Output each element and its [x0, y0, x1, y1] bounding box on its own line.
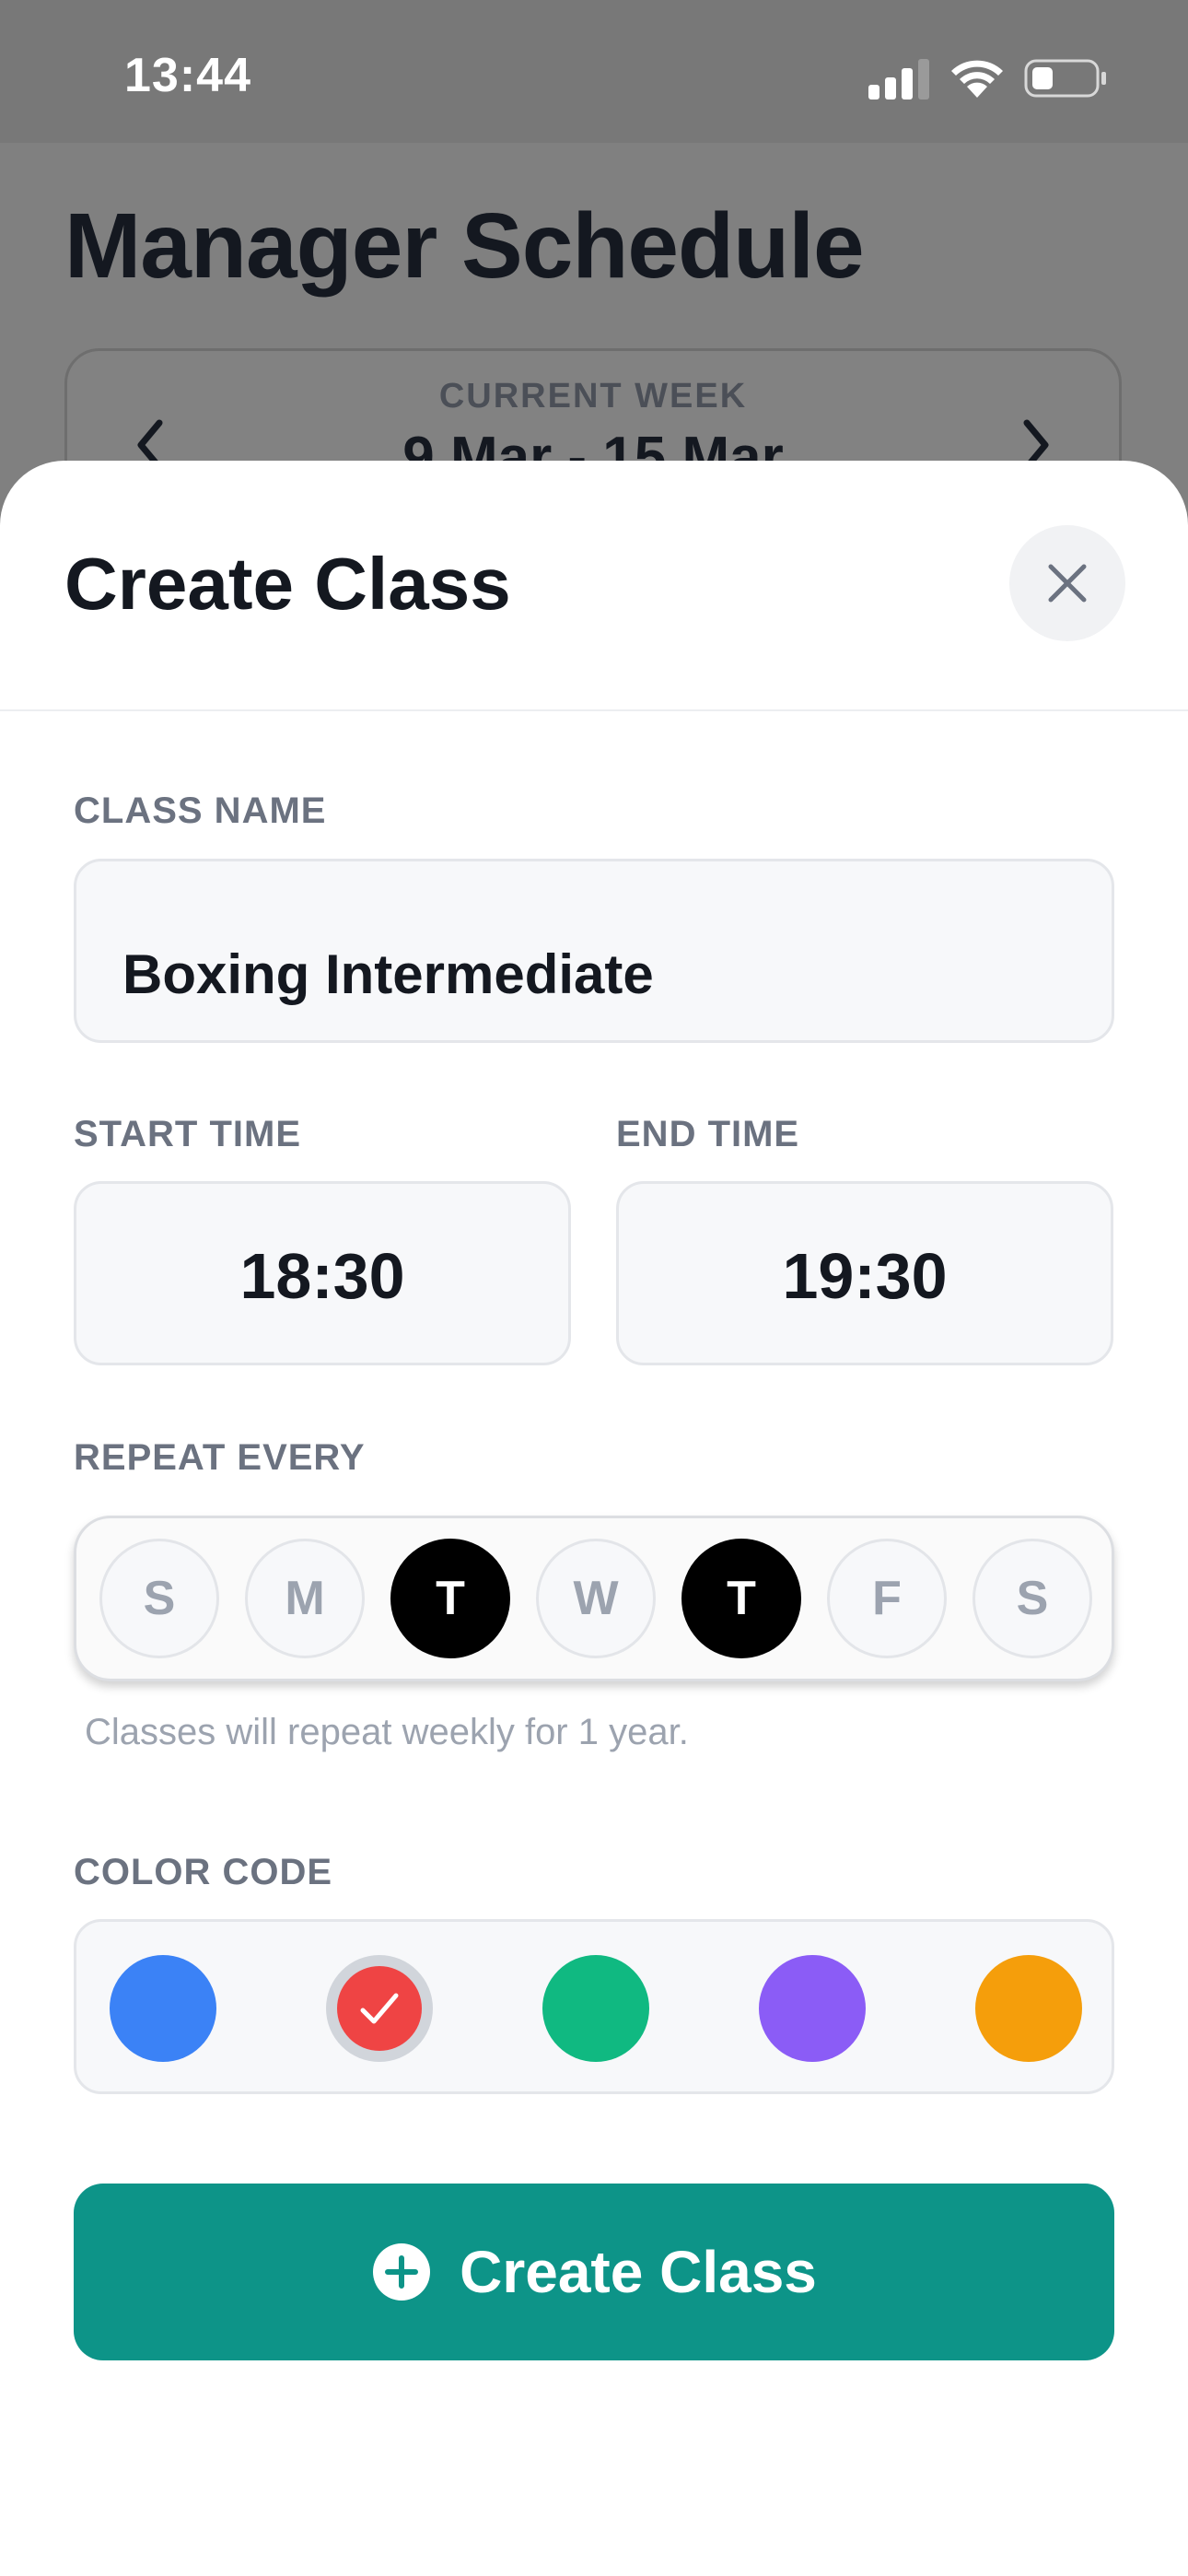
end-time-label: END TIME [616, 1114, 800, 1154]
close-icon [1048, 564, 1087, 603]
class-name-value: Boxing Intermediate [122, 943, 654, 1005]
end-time-field[interactable]: 19:30 [616, 1181, 1113, 1365]
day-monday[interactable]: M [245, 1539, 365, 1658]
day-friday[interactable]: F [827, 1539, 947, 1658]
class-name-input[interactable]: Boxing Intermediate [74, 859, 1114, 1043]
create-class-button[interactable]: Create Class [74, 2184, 1114, 2360]
status-time: 13:44 [124, 49, 251, 102]
color-swatch-red[interactable] [337, 1966, 422, 2051]
sheet-title: Create Class [64, 543, 511, 625]
day-sunday[interactable]: S [99, 1539, 219, 1658]
color-selector [74, 1919, 1114, 2094]
day-wednesday[interactable]: W [536, 1539, 656, 1658]
color-swatch-orange[interactable] [975, 1955, 1082, 2062]
repeat-note: Classes will repeat weekly for 1 year. [85, 1712, 689, 1752]
repeat-label: REPEAT EVERY [74, 1437, 366, 1478]
color-swatch-blue[interactable] [110, 1955, 216, 2062]
end-time-value: 19:30 [782, 1240, 948, 1312]
class-name-label: CLASS NAME [74, 790, 327, 831]
signal-icon [868, 59, 929, 100]
battery-icon [1024, 59, 1106, 98]
create-class-label: Create Class [460, 2239, 817, 2305]
check-icon [360, 1993, 399, 2024]
day-selector: S M T W T F S [74, 1516, 1114, 1681]
color-swatch-green[interactable] [542, 1955, 649, 2062]
color-code-label: COLOR CODE [74, 1852, 333, 1892]
start-time-value: 18:30 [239, 1240, 405, 1312]
status-bar: 13:44 [0, 0, 1188, 143]
week-label: CURRENT WEEK [438, 377, 748, 416]
day-tuesday[interactable]: T [390, 1539, 510, 1658]
color-swatch-purple[interactable] [759, 1955, 866, 2062]
page-title: Manager Schedule [64, 194, 865, 298]
start-time-field[interactable]: 18:30 [74, 1181, 571, 1365]
sheet-header: Create Class [0, 461, 1188, 711]
create-class-sheet: Create Class CLASS NAME Boxing Intermedi… [0, 461, 1188, 2576]
wifi-icon [951, 60, 1003, 98]
day-thursday[interactable]: T [681, 1539, 801, 1658]
day-saturday[interactable]: S [973, 1539, 1092, 1658]
close-button[interactable] [1009, 525, 1125, 641]
plus-circle-icon [373, 2243, 431, 2301]
start-time-label: START TIME [74, 1114, 302, 1154]
